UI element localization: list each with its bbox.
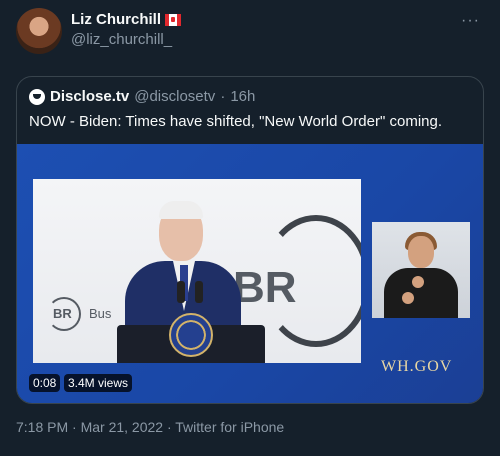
quoted-author-name[interactable]: Disclose.tv — [50, 88, 129, 105]
author-name-row[interactable]: Liz Churchill — [71, 11, 181, 28]
author-display-name[interactable]: Liz Churchill — [71, 11, 161, 28]
backdrop-partial-text: Bus — [89, 306, 112, 321]
video-frame-stage: BR BR Bus — [33, 179, 361, 363]
video-views-badge: 3.4M views — [64, 374, 133, 392]
br-logo-text: BR — [233, 263, 297, 312]
quoted-timestamp[interactable]: 16h — [230, 88, 255, 105]
interpreter-head — [408, 236, 434, 268]
interpreter-body — [384, 268, 458, 318]
interpreter-hand — [402, 292, 414, 304]
quoted-text: NOW - Biden: Times have shifted, "New Wo… — [29, 113, 443, 130]
avatar[interactable] — [16, 8, 62, 54]
microphone-icon — [195, 281, 203, 303]
video-player[interactable]: BR BR Bus WH.GOV 0:08 3.4M views — [17, 144, 483, 403]
br-small-logo-text: BR — [53, 306, 72, 321]
video-duration-badge: 0:08 — [29, 374, 61, 392]
tweet: Liz Churchill @liz_churchill_ ··· Disclo… — [0, 0, 500, 456]
quoted-author-handle[interactable]: @disclosetv — [134, 88, 215, 105]
author-handle[interactable]: @liz_churchill_ — [71, 31, 172, 48]
microphone-icon — [177, 281, 185, 303]
quoted-tweet[interactable]: Disclose.tv @disclosetv · 16h NOW - Bide… — [16, 76, 484, 404]
interpreter-hand — [412, 276, 424, 288]
separator: · — [220, 88, 226, 105]
presidential-seal-icon — [169, 313, 213, 357]
more-icon[interactable]: ··· — [461, 12, 480, 30]
quoted-header: Disclose.tv @disclosetv · 16h — [29, 88, 255, 105]
wh-gov-watermark: WH.GOV — [381, 358, 453, 375]
canada-flag-icon — [165, 13, 181, 26]
tweet-timestamp-source[interactable]: 7:18 PM · Mar 21, 2022 · Twitter for iPh… — [16, 419, 284, 435]
sign-language-interpreter-inset — [372, 222, 470, 318]
speaker-hair — [159, 201, 203, 219]
disclose-logo-icon — [29, 88, 45, 105]
